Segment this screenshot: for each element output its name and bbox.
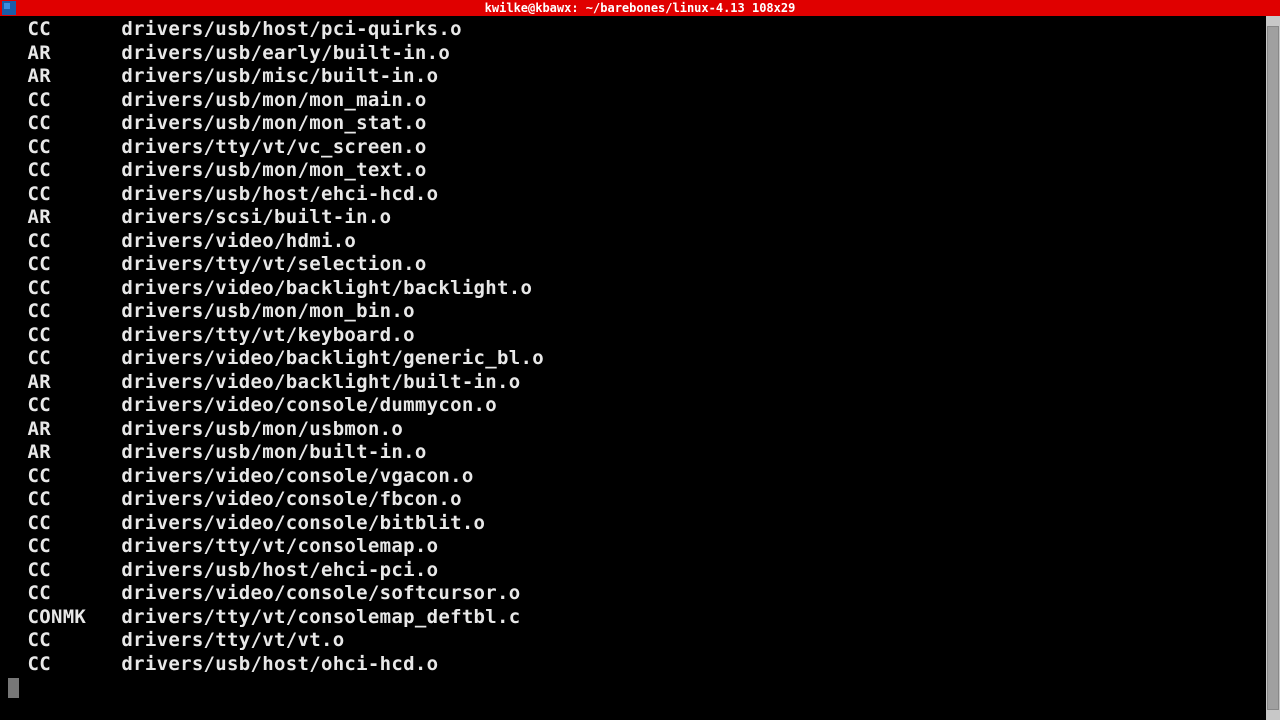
output-line: CC drivers/usb/host/ohci-hcd.o: [4, 653, 1264, 677]
output-line: CC drivers/tty/vt/keyboard.o: [4, 324, 1264, 348]
window-titlebar[interactable]: kwilke@kbawx: ~/barebones/linux-4.13 108…: [0, 0, 1280, 16]
output-line: CC drivers/usb/mon/mon_bin.o: [4, 300, 1264, 324]
output-line: AR drivers/video/backlight/built-in.o: [4, 371, 1264, 395]
scrollbar[interactable]: [1266, 16, 1280, 720]
cursor-line: [4, 676, 1264, 700]
terminal-output[interactable]: CC drivers/usb/host/pci-quirks.o AR driv…: [0, 16, 1264, 720]
output-line: CC drivers/tty/vt/selection.o: [4, 253, 1264, 277]
output-line: CC drivers/tty/vt/vt.o: [4, 629, 1264, 653]
scrollbar-thumb[interactable]: [1267, 26, 1279, 710]
output-line: CC drivers/tty/vt/vc_screen.o: [4, 136, 1264, 160]
output-line: CC drivers/video/backlight/generic_bl.o: [4, 347, 1264, 371]
output-line: AR drivers/usb/mon/built-in.o: [4, 441, 1264, 465]
output-line: AR drivers/usb/misc/built-in.o: [4, 65, 1264, 89]
output-line: CC drivers/video/console/vgacon.o: [4, 465, 1264, 489]
output-line: CC drivers/video/console/dummycon.o: [4, 394, 1264, 418]
output-line: CC drivers/usb/mon/mon_main.o: [4, 89, 1264, 113]
output-line: CC drivers/video/console/softcursor.o: [4, 582, 1264, 606]
output-line: CONMK drivers/tty/vt/consolemap_deftbl.c: [4, 606, 1264, 630]
output-line: CC drivers/video/hdmi.o: [4, 230, 1264, 254]
output-line: CC drivers/video/backlight/backlight.o: [4, 277, 1264, 301]
output-line: CC drivers/usb/mon/mon_text.o: [4, 159, 1264, 183]
output-line: CC drivers/tty/vt/consolemap.o: [4, 535, 1264, 559]
output-line: CC drivers/video/console/bitblit.o: [4, 512, 1264, 536]
output-line: AR drivers/usb/mon/usbmon.o: [4, 418, 1264, 442]
terminal-cursor: [8, 678, 19, 698]
output-line: AR drivers/usb/early/built-in.o: [4, 42, 1264, 66]
output-line: AR drivers/scsi/built-in.o: [4, 206, 1264, 230]
window-title: kwilke@kbawx: ~/barebones/linux-4.13 108…: [485, 1, 796, 15]
output-line: CC drivers/usb/host/pci-quirks.o: [4, 18, 1264, 42]
output-line: CC drivers/usb/mon/mon_stat.o: [4, 112, 1264, 136]
app-icon: [2, 1, 16, 15]
output-line: CC drivers/video/console/fbcon.o: [4, 488, 1264, 512]
output-line: CC drivers/usb/host/ehci-pci.o: [4, 559, 1264, 583]
output-line: CC drivers/usb/host/ehci-hcd.o: [4, 183, 1264, 207]
